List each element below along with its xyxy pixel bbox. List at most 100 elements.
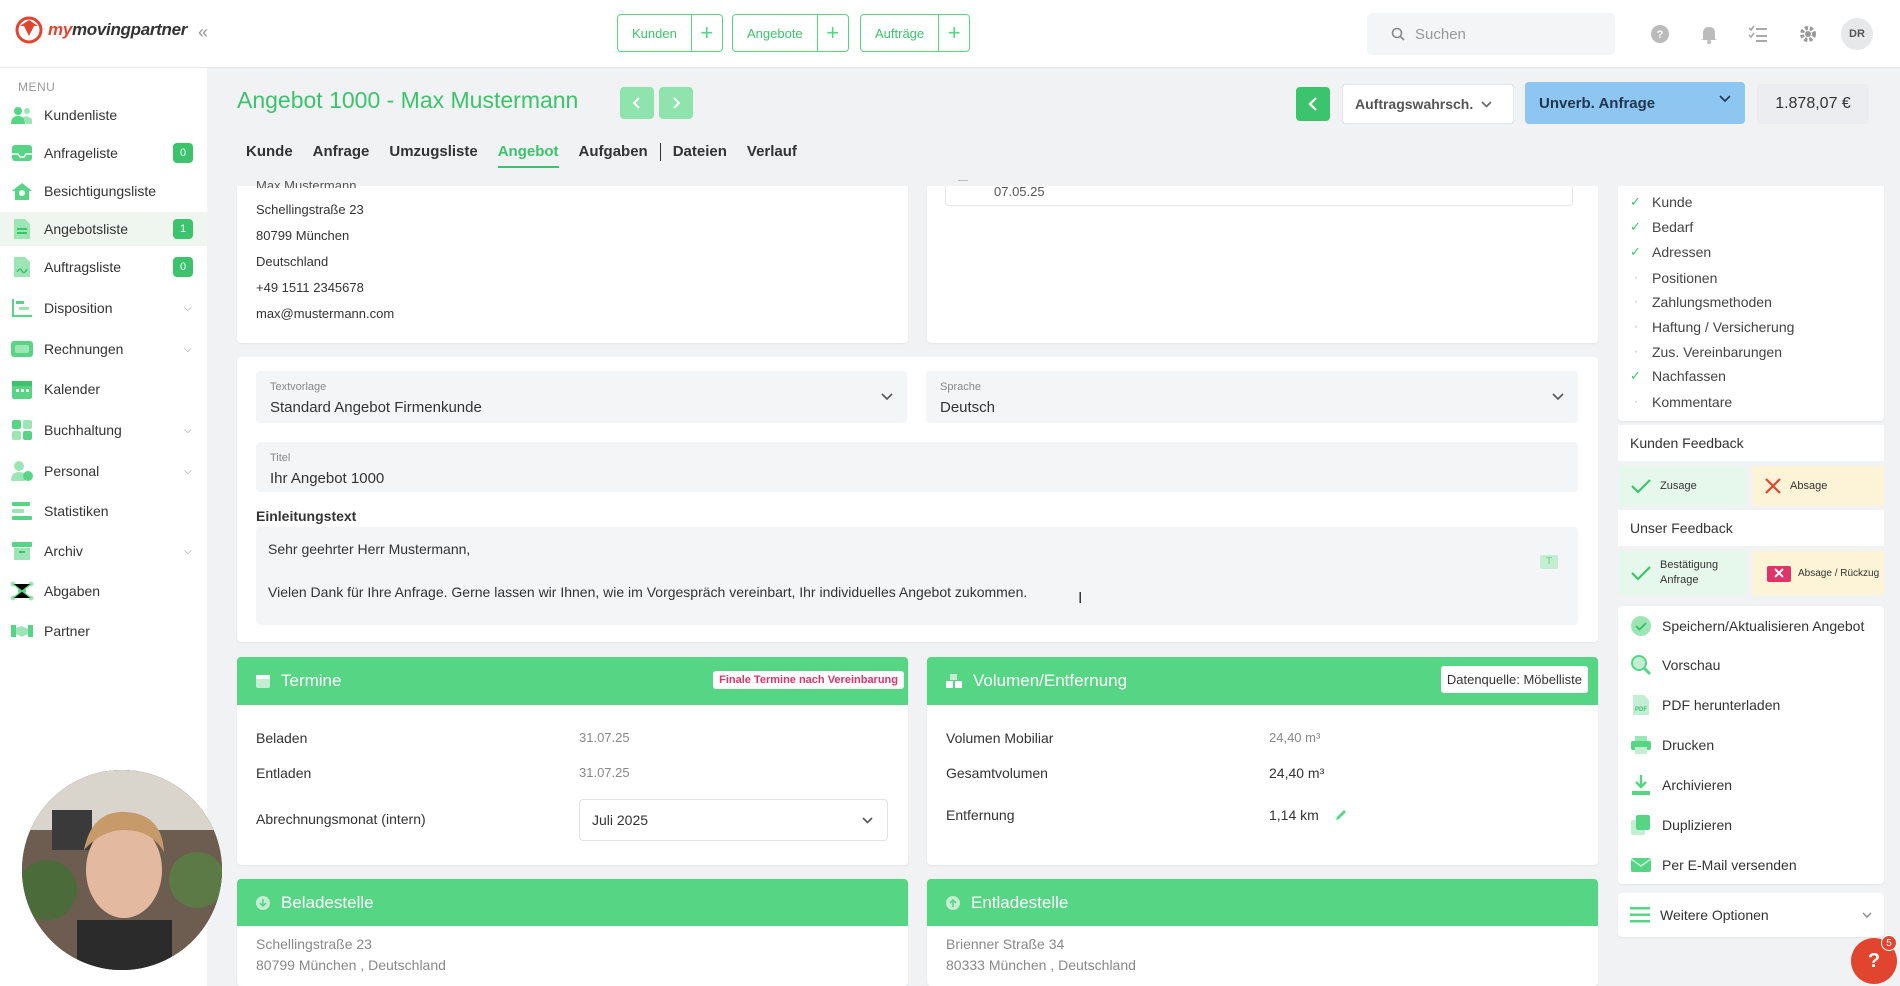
download-pdf-button[interactable]: PDF PDF herunterladen <box>1630 694 1780 716</box>
customer-country: Deutschland <box>256 254 329 269</box>
chevron-down-icon[interactable]: ⌵ <box>184 466 192 477</box>
action-label: Vorschau <box>1662 657 1721 673</box>
person-clock-icon <box>10 459 34 483</box>
chevron-down-icon[interactable]: ⌵ <box>184 303 192 314</box>
tab-angebot[interactable]: Angebot <box>497 143 559 168</box>
duplicate-button[interactable]: Duplizieren <box>1630 814 1732 836</box>
sidebar-item-partner[interactable]: Partner <box>0 614 207 648</box>
print-button[interactable]: Drucken <box>1630 734 1714 756</box>
tab-aufgaben[interactable]: Aufgaben <box>579 143 648 168</box>
probability-select[interactable]: Auftragswahrsch. <box>1342 84 1514 124</box>
prev-offer-button[interactable] <box>620 87 654 119</box>
gear-icon[interactable] <box>1796 22 1820 46</box>
language-value: Deutsch <box>940 399 996 416</box>
checklist-item-bedarf[interactable]: ✓ Bedarf <box>1630 219 1693 235</box>
total-volume-value: 24,40 m³ <box>1269 765 1325 781</box>
sidebar-item-rechnungen[interactable]: Rechnungen ⌵ <box>0 332 207 366</box>
sidebar-item-kalender[interactable]: Kalender <box>0 372 207 406</box>
chevron-down-icon[interactable]: ⌵ <box>184 344 192 355</box>
preview-button[interactable]: Vorschau <box>1630 654 1720 676</box>
entladestelle-city: 80333 München , Deutschland <box>946 957 1136 973</box>
date-field[interactable]: 07.05.25 <box>945 180 1573 206</box>
checklist-icon[interactable] <box>1746 22 1770 46</box>
sidebar-item-buchhaltung[interactable]: Buchhaltung ⌵ <box>0 413 207 447</box>
tab-verlauf[interactable]: Verlauf <box>747 143 797 168</box>
text-template-icon[interactable]: T <box>1540 555 1558 569</box>
tab-anfrage[interactable]: Anfrage <box>313 143 370 168</box>
language-select[interactable]: Sprache Deutsch <box>926 371 1578 423</box>
avatar[interactable]: DR <box>1841 18 1873 50</box>
checklist-item-haftung[interactable]: · Haftung / Versicherung <box>1630 318 1794 336</box>
confirm-request-button[interactable]: Bestätigung Anfrage <box>1618 551 1746 595</box>
checklist-label: Bedarf <box>1652 219 1694 235</box>
customer-accept-button[interactable]: Zusage <box>1618 466 1746 506</box>
data-source-badge[interactable]: Datenquelle: Möbelliste <box>1440 666 1588 693</box>
check-icon <box>1631 479 1651 494</box>
search-input[interactable]: Suchen <box>1367 13 1615 55</box>
quick-auftraege-button[interactable]: Aufträge <box>861 15 940 51</box>
bell-icon[interactable] <box>1697 22 1721 46</box>
back-button[interactable] <box>1296 87 1330 121</box>
chevron-down-icon[interactable]: ⌵ <box>184 425 192 436</box>
inbox-icon <box>10 141 34 165</box>
chevron-down-icon[interactable]: ⌵ <box>184 546 192 557</box>
checklist-label: Kommentare <box>1652 394 1733 410</box>
status-select[interactable]: Unverb. Anfrage <box>1525 82 1745 124</box>
checklist-item-zahlungsmethoden[interactable]: · Zahlungsmethoden <box>1630 293 1772 311</box>
checklist-item-kunde[interactable]: ✓ Kunde <box>1630 194 1692 210</box>
checklist-item-adressen[interactable]: ✓ Adressen <box>1630 244 1711 260</box>
beladestelle-street: Schellingstraße 23 <box>256 936 372 952</box>
customer-name: Max Mustermann <box>256 178 357 188</box>
intro-textarea[interactable]: Sehr geehrter Herr Mustermann, Vielen Da… <box>256 527 1578 625</box>
sidebar-item-abgaben[interactable]: Abgaben <box>0 574 207 608</box>
template-select[interactable]: Textvorlage Standard Angebot Firmenkunde <box>256 371 907 423</box>
envelope-icon <box>1630 854 1652 876</box>
sidebar-item-disposition[interactable]: Disposition ⌵ <box>0 291 207 325</box>
more-options-dropdown[interactable]: Weitere Optionen <box>1618 893 1884 937</box>
pdf-icon: PDF <box>1630 694 1652 716</box>
checklist-label: Positionen <box>1652 270 1718 286</box>
entladen-value: 31.07.25 <box>579 765 630 780</box>
checklist-item-positionen[interactable]: · Positionen <box>1630 269 1717 287</box>
sidebar-item-angebotsliste[interactable]: Angebotsliste 1 <box>0 212 207 246</box>
checklist-item-vereinbarungen[interactable]: · Zus. Vereinbarungen <box>1630 343 1782 361</box>
pencil-icon[interactable] <box>1335 809 1347 821</box>
help-icon[interactable]: ? <box>1648 22 1672 46</box>
add-auftrag-icon[interactable]: + <box>939 15 969 51</box>
webcam-overlay <box>22 770 222 970</box>
tab-umzugsliste[interactable]: Umzugsliste <box>389 143 477 168</box>
beladestelle-card: Beladestelle Schellingstraße 23 80799 Mü… <box>237 879 908 986</box>
total-price: 1.878,07 € <box>1757 84 1869 124</box>
app-logo[interactable]: mymovingpartner <box>14 16 187 44</box>
checklist-item-nachfassen[interactable]: ✓ Nachfassen <box>1630 368 1726 384</box>
sidebar-item-besichtigungsliste[interactable]: Besichtigungsliste <box>0 174 207 208</box>
quick-kunden: Kunden + <box>617 14 723 52</box>
sidebar-item-auftragsliste[interactable]: Auftragsliste 0 <box>0 250 207 284</box>
beladestelle-city: 80799 München , Deutschland <box>256 957 446 973</box>
tab-dateien[interactable]: Dateien <box>673 143 727 168</box>
chevron-down-icon <box>1481 100 1492 108</box>
add-angebot-icon[interactable]: + <box>818 15 848 51</box>
quick-angebote-button[interactable]: Angebote <box>733 15 818 51</box>
withdraw-button[interactable]: Absage / Rückzug <box>1752 551 1884 595</box>
save-offer-button[interactable]: Speichern/Aktualisieren Angebot <box>1630 615 1864 637</box>
sidebar-item-statistiken[interactable]: Statistiken <box>0 494 207 528</box>
sidebar-item-anfrageliste[interactable]: Anfrageliste 0 <box>0 136 207 170</box>
tab-kunde[interactable]: Kunde <box>246 143 293 168</box>
title-field[interactable]: Titel Ihr Angebot 1000 <box>256 442 1578 492</box>
billing-month-select[interactable]: Juli 2025 <box>579 799 888 841</box>
customer-reject-button[interactable]: Absage <box>1752 466 1884 506</box>
next-offer-button[interactable] <box>659 87 693 119</box>
archive-button[interactable]: Archivieren <box>1630 774 1732 796</box>
quick-kunden-button[interactable]: Kunden <box>618 15 692 51</box>
collapse-sidebar-icon[interactable]: « <box>198 22 208 43</box>
send-email-button[interactable]: Per E-Mail versenden <box>1630 854 1797 876</box>
sidebar-item-kundenliste[interactable]: Kundenliste <box>0 98 207 132</box>
termine-card: Termine Finale Termine nach Vereinbarung… <box>237 657 908 865</box>
sidebar-item-archiv[interactable]: Archiv ⌵ <box>0 534 207 568</box>
add-kunde-icon[interactable]: + <box>692 15 722 51</box>
download-icon <box>1630 774 1652 796</box>
checklist-item-kommentare[interactable]: · Kommentare <box>1630 393 1732 411</box>
contract-icon <box>10 255 34 279</box>
sidebar-item-personal[interactable]: Personal ⌵ <box>0 454 207 488</box>
